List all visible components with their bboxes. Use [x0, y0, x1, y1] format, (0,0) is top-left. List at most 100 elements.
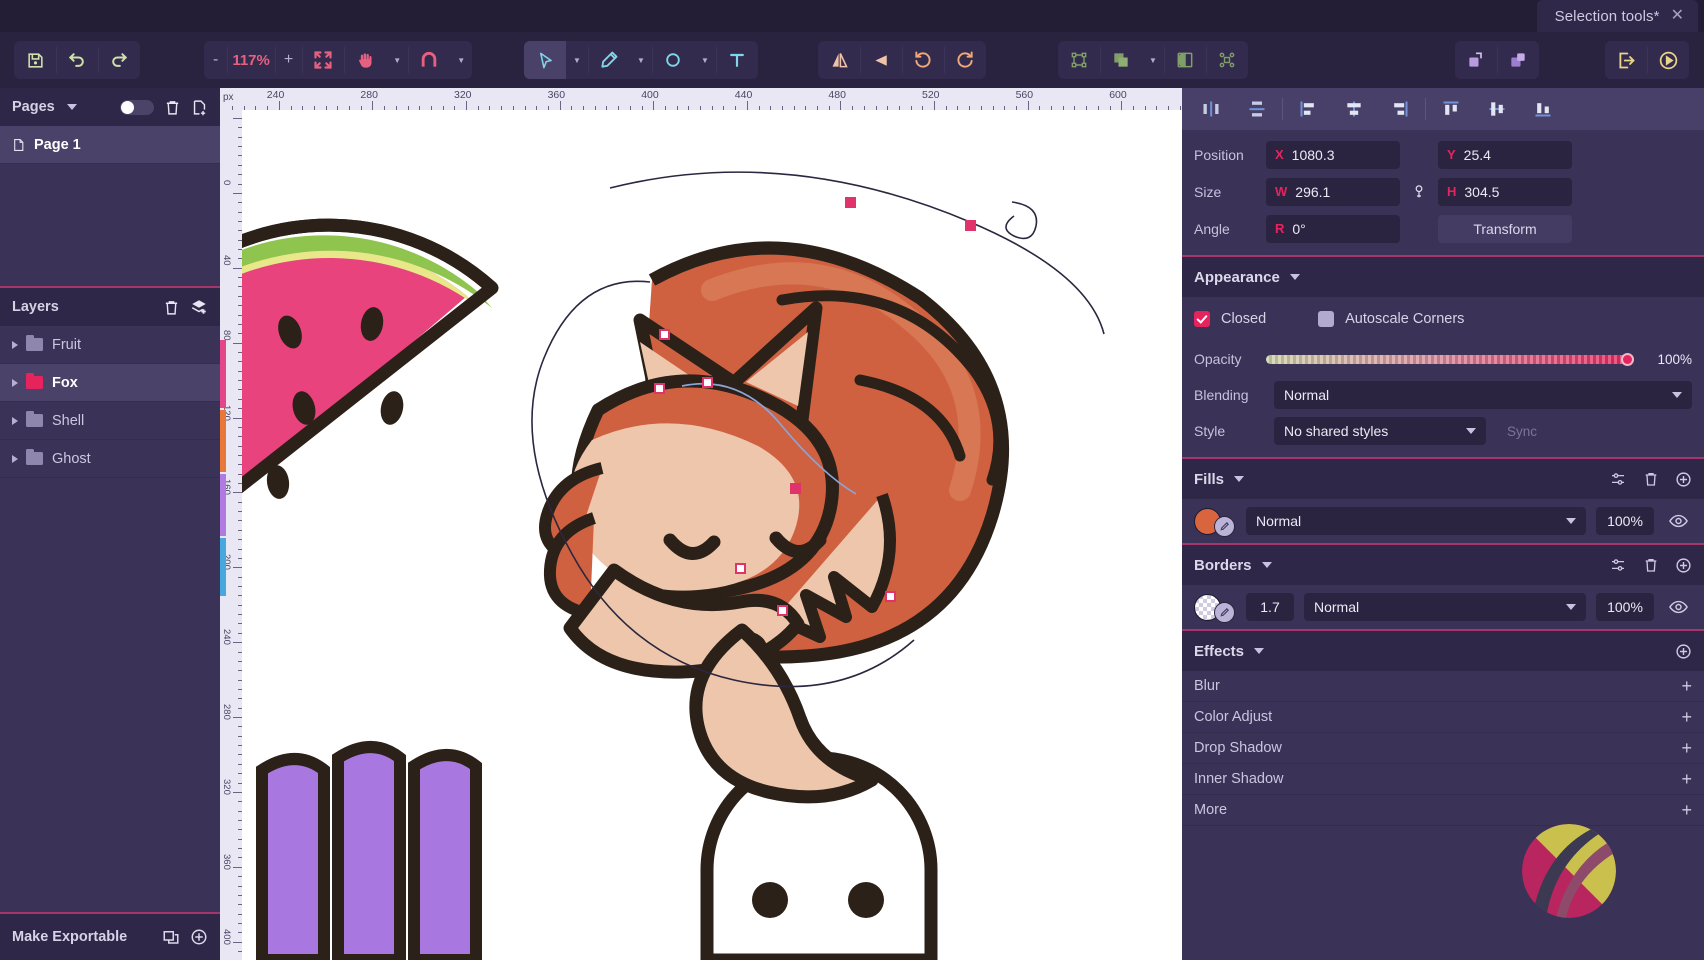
eyedropper-icon[interactable]: [1214, 516, 1235, 537]
select-tool-dropdown[interactable]: ▼: [566, 41, 588, 79]
add-effect-button[interactable]: +: [1681, 801, 1692, 819]
chevron-down-icon[interactable]: [1234, 476, 1244, 482]
chevron-down-icon[interactable]: [1254, 648, 1264, 654]
zoom-out-button[interactable]: -: [204, 41, 227, 79]
opacity-slider[interactable]: [1266, 355, 1634, 364]
effect-row-drop-shadow[interactable]: Drop Shadow +: [1182, 733, 1704, 764]
trash-icon[interactable]: [164, 99, 181, 116]
zoom-level-display[interactable]: 117%: [227, 41, 275, 79]
chevron-down-icon[interactable]: [1262, 562, 1272, 568]
border-width-field[interactable]: 1.7: [1246, 593, 1294, 621]
shape-tool-dropdown[interactable]: ▼: [694, 41, 716, 79]
layer-row-fruit[interactable]: Fruit: [0, 326, 220, 364]
expand-triangle-icon[interactable]: [12, 341, 18, 349]
boolean-union-icon[interactable]: [1100, 41, 1142, 79]
effect-row-inner-shadow[interactable]: Inner Shadow +: [1182, 764, 1704, 795]
eye-visible-icon[interactable]: [1664, 600, 1692, 614]
border-swatch[interactable]: [1194, 592, 1236, 622]
path-node-handle[interactable]: [702, 377, 713, 388]
position-y-field[interactable]: Y 25.4: [1438, 141, 1572, 169]
rotate-clockwise-icon[interactable]: [944, 41, 986, 79]
close-icon[interactable]: ✕: [1671, 8, 1684, 24]
border-opacity-value[interactable]: 100%: [1596, 593, 1654, 621]
blending-select[interactable]: Normal: [1274, 381, 1692, 409]
select-arrow-icon[interactable]: [524, 41, 566, 79]
size-w-field[interactable]: W 296.1: [1266, 178, 1400, 206]
transform-nodes-icon[interactable]: [1058, 41, 1100, 79]
export-icon[interactable]: [1605, 41, 1647, 79]
chevron-down-icon[interactable]: [67, 104, 77, 110]
align-center-horizontal-icon[interactable]: [1331, 88, 1377, 130]
path-edit-icon[interactable]: [1206, 41, 1248, 79]
flip-vertical-icon[interactable]: [860, 41, 902, 79]
add-circle-icon[interactable]: [1675, 471, 1692, 488]
send-backward-icon[interactable]: [1497, 41, 1539, 79]
page-list-item[interactable]: Page 1: [0, 126, 220, 164]
pen-tool-icon[interactable]: [588, 41, 630, 79]
chevron-down-icon[interactable]: [1290, 274, 1300, 280]
expand-triangle-icon[interactable]: [12, 455, 18, 463]
angle-r-field[interactable]: R 0°: [1266, 215, 1400, 243]
ellipse-shape-icon[interactable]: [652, 41, 694, 79]
path-node-handle[interactable]: [735, 563, 746, 574]
align-middle-icon[interactable]: [1474, 88, 1520, 130]
snap-dropdown[interactable]: ▼: [450, 41, 472, 79]
trash-icon[interactable]: [163, 299, 180, 316]
autoscale-corners-checkbox[interactable]: [1318, 311, 1334, 327]
pen-tool-dropdown[interactable]: ▼: [630, 41, 652, 79]
distribute-horizontal-icon[interactable]: [1188, 88, 1234, 130]
zoom-in-button[interactable]: +: [275, 41, 302, 79]
path-node-handle[interactable]: [845, 197, 856, 208]
closed-checkbox[interactable]: [1194, 311, 1210, 327]
appearance-section-header[interactable]: Appearance: [1182, 257, 1704, 297]
effects-section-header[interactable]: Effects: [1182, 631, 1704, 671]
save-button[interactable]: [14, 41, 56, 79]
slider-knob[interactable]: [1621, 353, 1634, 366]
effect-row-more[interactable]: More +: [1182, 795, 1704, 826]
trash-icon[interactable]: [1643, 471, 1659, 487]
path-node-handle[interactable]: [659, 329, 670, 340]
slice-export-icon[interactable]: [162, 928, 180, 946]
layer-row-shell[interactable]: Shell: [0, 402, 220, 440]
path-node-handle[interactable]: [885, 591, 896, 602]
text-tool-icon[interactable]: [716, 41, 758, 79]
border-blend-mode-select[interactable]: Normal: [1304, 593, 1586, 621]
artboard[interactable]: [242, 110, 1182, 960]
effect-row-color-adjust[interactable]: Color Adjust +: [1182, 702, 1704, 733]
expand-triangle-icon[interactable]: [12, 417, 18, 425]
align-right-icon[interactable]: [1377, 88, 1423, 130]
preview-play-icon[interactable]: [1647, 41, 1689, 79]
fit-to-screen-icon[interactable]: [302, 41, 344, 79]
add-layer-icon[interactable]: [190, 298, 208, 316]
add-effect-button[interactable]: +: [1681, 708, 1692, 726]
mask-icon[interactable]: [1164, 41, 1206, 79]
position-x-field[interactable]: X 1080.3: [1266, 141, 1400, 169]
path-node-handle[interactable]: [790, 483, 801, 494]
style-select[interactable]: No shared styles: [1274, 417, 1486, 445]
size-h-field[interactable]: H 304.5: [1438, 178, 1572, 206]
undo-button[interactable]: [56, 41, 98, 79]
flip-horizontal-icon[interactable]: [818, 41, 860, 79]
boolean-dropdown[interactable]: ▼: [1142, 41, 1164, 79]
border-settings-icon[interactable]: [1609, 557, 1627, 573]
add-effect-button[interactable]: +: [1681, 770, 1692, 788]
visibility-toggle[interactable]: [120, 100, 154, 115]
fill-swatch[interactable]: [1194, 506, 1236, 536]
align-bottom-icon[interactable]: [1520, 88, 1566, 130]
path-node-handle[interactable]: [777, 605, 788, 616]
bring-forward-icon[interactable]: [1455, 41, 1497, 79]
align-top-icon[interactable]: [1428, 88, 1474, 130]
add-page-icon[interactable]: [191, 99, 208, 116]
add-effect-button[interactable]: +: [1681, 739, 1692, 757]
borders-section-header[interactable]: Borders: [1182, 545, 1704, 585]
rotate-counterclockwise-icon[interactable]: [902, 41, 944, 79]
eye-visible-icon[interactable]: [1664, 514, 1692, 528]
add-circle-icon[interactable]: [190, 928, 208, 946]
document-tab[interactable]: Selection tools* ✕: [1537, 0, 1698, 32]
distribute-vertical-icon[interactable]: [1234, 88, 1280, 130]
add-circle-icon[interactable]: [1675, 643, 1692, 660]
path-node-handle[interactable]: [654, 383, 665, 394]
trash-icon[interactable]: [1643, 557, 1659, 573]
sync-button[interactable]: Sync: [1494, 424, 1550, 439]
fill-blend-mode-select[interactable]: Normal: [1246, 507, 1586, 535]
